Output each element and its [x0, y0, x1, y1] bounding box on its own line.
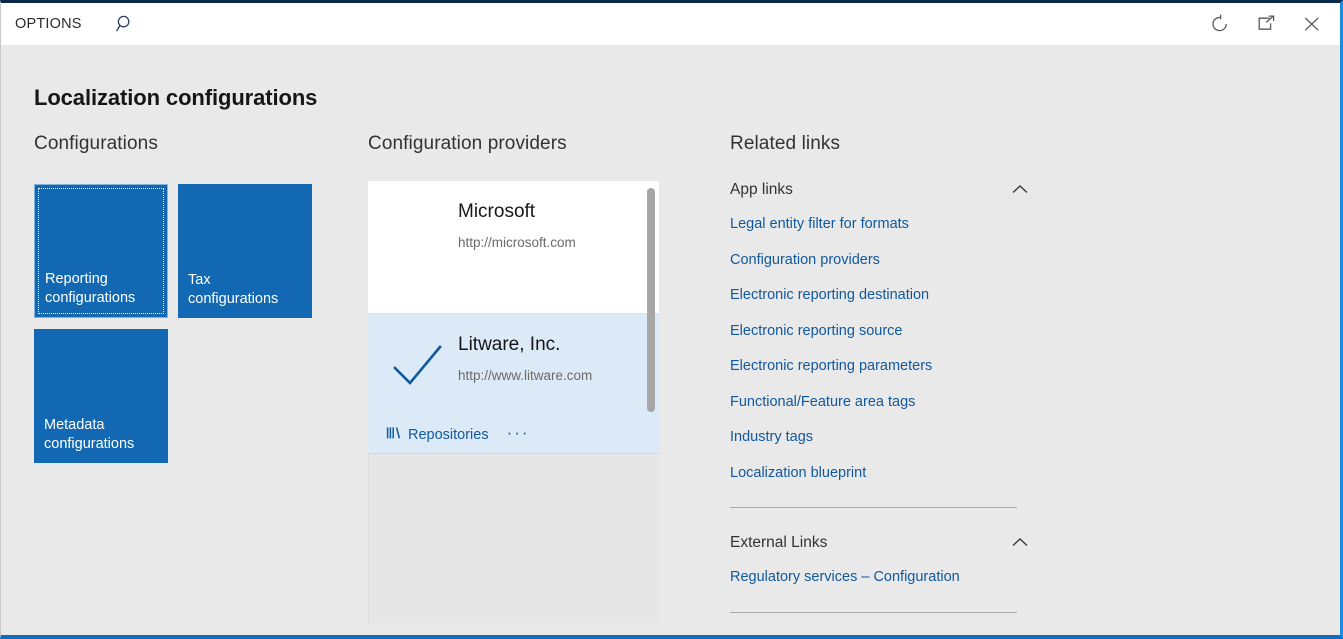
link-group-header-external-links[interactable]: External Links: [730, 530, 1030, 556]
refresh-icon[interactable]: [1206, 10, 1234, 38]
open-in-new-window-icon[interactable]: [1252, 10, 1280, 38]
related-link-electronic-reporting-destination[interactable]: Electronic reporting destination: [730, 278, 1030, 314]
chevron-up-icon[interactable]: [1010, 180, 1030, 200]
providers-scrollbar-thumb[interactable]: [647, 188, 655, 412]
checkmark-icon: [391, 342, 445, 390]
related-link-electronic-reporting-source[interactable]: Electronic reporting source: [730, 314, 1030, 350]
configuration-providers-heading: Configuration providers: [368, 133, 688, 155]
provider-card-litware[interactable]: Litware, Inc. http://www.litware.com: [368, 314, 659, 454]
tile-reporting-configurations[interactable]: Reporting configurations: [34, 184, 168, 318]
provider-card-microsoft[interactable]: Microsoft http://microsoft.com: [368, 181, 659, 314]
provider-name: Litware, Inc.: [458, 334, 560, 356]
related-link-electronic-reporting-parameters[interactable]: Electronic reporting parameters: [730, 349, 1030, 385]
application-window: OPTIONS: [0, 0, 1343, 639]
provider-name: Microsoft: [458, 201, 535, 223]
command-bar: OPTIONS: [1, 3, 1340, 46]
provider-url: http://www.litware.com: [458, 368, 592, 383]
tile-tax-configurations[interactable]: Tax configurations: [178, 184, 312, 318]
command-bar-right-actions: [1206, 10, 1340, 38]
repositories-button[interactable]: Repositories: [386, 426, 489, 444]
tile-label: Reporting configurations: [45, 270, 157, 308]
link-list-app-links: Legal entity filter for formats Configur…: [730, 207, 1030, 491]
search-icon[interactable]: [112, 11, 138, 37]
page-body: Localization configurations Configuratio…: [1, 45, 1340, 635]
related-links-heading: Related links: [730, 133, 1030, 155]
related-link-functional-feature-area-tags[interactable]: Functional/Feature area tags: [730, 385, 1030, 421]
link-list-external-links: Regulatory services – Configuration: [730, 560, 1030, 596]
related-link-legal-entity-filter-for-formats[interactable]: Legal entity filter for formats: [730, 207, 1030, 243]
link-group-header-app-links[interactable]: App links: [730, 177, 1030, 203]
options-button[interactable]: OPTIONS: [15, 16, 82, 32]
tile-label: Tax configurations: [188, 271, 302, 309]
configuration-tile-grid: Reporting configurations Tax configurati…: [34, 184, 312, 463]
related-links-section: Related links App links Legal entity fil…: [730, 133, 1030, 613]
provider-card-actions: Repositories ···: [386, 426, 532, 444]
related-link-configuration-providers[interactable]: Configuration providers: [730, 243, 1030, 279]
configurations-section: Configurations Reporting configurations …: [34, 133, 344, 463]
tile-metadata-configurations[interactable]: Metadata configurations: [34, 329, 168, 463]
books-icon: [386, 426, 401, 444]
close-icon[interactable]: [1298, 10, 1326, 38]
chevron-up-icon[interactable]: [1010, 533, 1030, 553]
link-group-title: App links: [730, 181, 793, 199]
configuration-providers-section: Configuration providers Microsoft http:/…: [368, 133, 688, 623]
configurations-heading: Configurations: [34, 133, 344, 155]
link-group-app-links: App links Legal entity filter for format…: [730, 177, 1030, 508]
link-group-divider: [730, 612, 1017, 613]
link-group-title: External Links: [730, 534, 827, 552]
repositories-label: Repositories: [408, 427, 489, 443]
related-link-localization-blueprint[interactable]: Localization blueprint: [730, 456, 1030, 492]
provider-url: http://microsoft.com: [458, 235, 576, 250]
link-group-divider: [730, 507, 1017, 508]
page-title: Localization configurations: [34, 85, 317, 111]
tile-label: Metadata configurations: [44, 416, 158, 454]
more-options-button[interactable]: ···: [505, 428, 532, 443]
related-link-regulatory-services-configuration[interactable]: Regulatory services – Configuration: [730, 560, 1030, 596]
providers-scroll-area: Microsoft http://microsoft.com Litware, …: [368, 181, 683, 623]
provider-list: Microsoft http://microsoft.com Litware, …: [368, 181, 659, 623]
link-group-external-links: External Links Regulatory services – Con…: [730, 530, 1030, 613]
related-link-industry-tags[interactable]: Industry tags: [730, 420, 1030, 456]
